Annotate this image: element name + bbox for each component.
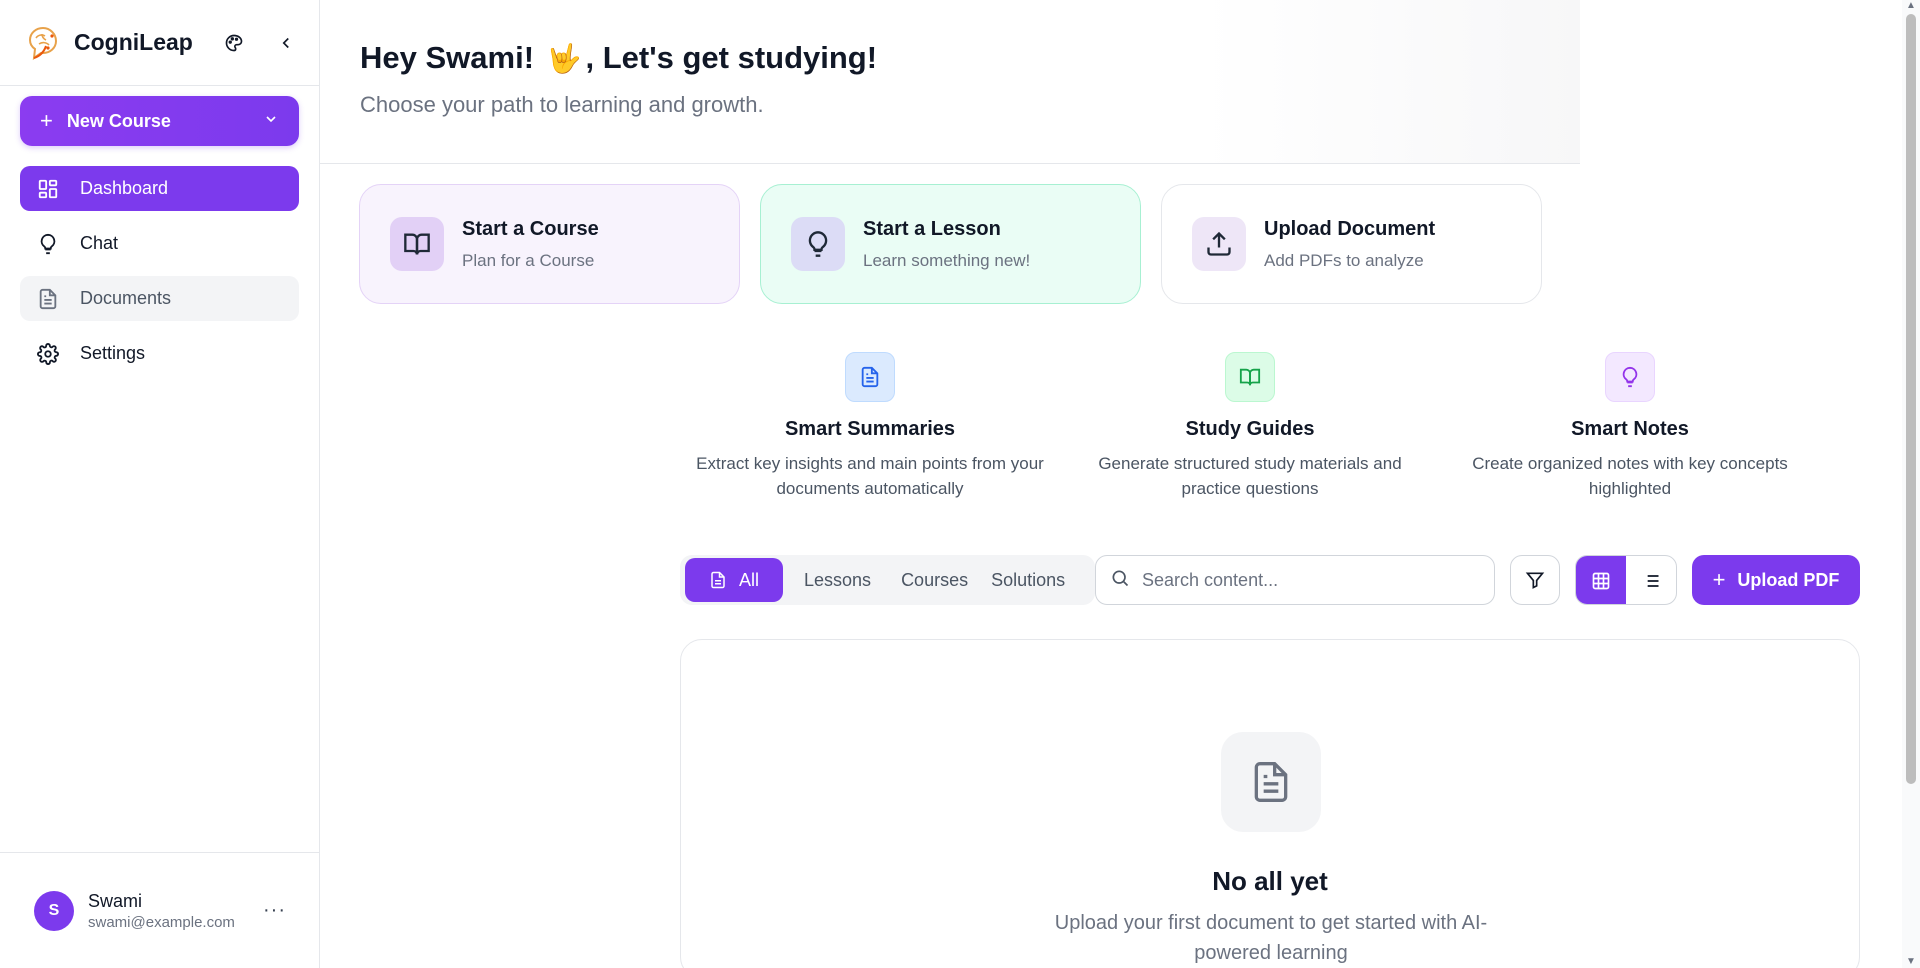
feature-title: Smart Notes [1571,418,1689,440]
collapse-sidebar-icon[interactable] [273,30,299,56]
feature-study-guides: Study Guides Generate structured study m… [1070,352,1430,501]
filter-icon [1525,572,1545,589]
empty-state-title: No all yet [1212,866,1328,896]
sidebar-item-label: Chat [80,233,119,253]
search-box [1095,555,1495,605]
scrollbar-thumb[interactable] [1906,14,1916,784]
content-tabs: All Lessons Courses Solutions [680,555,1095,605]
chevron-down-icon [263,111,279,132]
lightbulb-icon [791,217,845,271]
brand-header: CogniLeap [0,0,319,86]
empty-state: No all yet Upload your first document to… [680,639,1860,968]
feature-desc: Generate structured study materials and … [1098,454,1402,498]
action-cards: Start a Course Plan for a Course Start a… [359,184,1542,304]
book-open-icon [1225,352,1275,402]
card-subtitle: Learn something new! [863,250,1031,270]
card-title: Start a Lesson [863,217,1001,240]
lightbulb-icon [36,232,60,256]
empty-state-description: Upload your first document to get starte… [1054,912,1488,964]
sidebar: CogniLeap + New Course Dashboard Chat Do… [0,0,320,968]
tab-solutions[interactable]: Solutions [983,558,1073,602]
sidebar-item-label: Settings [80,343,146,363]
plus-icon: + [40,108,53,133]
search-icon [1110,568,1130,593]
sidebar-item-chat[interactable]: Chat [20,221,299,266]
start-course-card[interactable]: Start a Course Plan for a Course [359,184,740,304]
search-input[interactable] [1142,569,1462,591]
sidebar-item-settings[interactable]: Settings [20,331,299,376]
palette-icon[interactable] [221,30,247,56]
tab-all[interactable]: All [685,558,784,602]
feature-title: Smart Summaries [784,418,956,440]
user-name: Swami [88,890,143,911]
document-icon [709,571,727,589]
dashboard-icon [36,177,60,201]
tab-courses[interactable]: Courses [886,558,983,602]
book-open-icon [390,217,444,271]
scroll-up-arrow-icon[interactable]: ▲ [1906,1,1916,11]
upload-document-card[interactable]: Upload Document Add PDFs to analyze [1161,184,1542,304]
tab-lessons[interactable]: Lessons [789,558,886,602]
card-subtitle: Add PDFs to analyze [1264,250,1424,270]
lightbulb-icon [1605,352,1655,402]
new-course-label: New Course [66,110,171,131]
card-subtitle: Plan for a Course [462,250,595,270]
new-course-button[interactable]: + New Course [20,96,299,146]
filter-button[interactable] [1510,555,1560,605]
more-options-icon[interactable]: ··· [263,899,286,922]
sidebar-item-dashboard[interactable]: Dashboard [20,166,299,211]
hand-emoji-icon: 🤟 [546,43,582,74]
page-title: Hey Swami! 🤟, Let's get studying! [360,40,877,76]
brain-logo-icon [20,20,66,66]
sidebar-item-label: Dashboard [80,178,169,198]
gear-icon [36,342,60,366]
document-icon [36,287,60,311]
tab-label: All [739,569,760,590]
page-subtitle: Choose your path to learning and growth. [360,92,764,117]
sidebar-item-documents[interactable]: Documents [20,276,299,321]
feature-smart-summaries: Smart Summaries Extract key insights and… [690,352,1050,501]
grid-icon [1592,572,1610,590]
upload-pdf-label: Upload PDF [1737,569,1840,590]
upload-icon [1192,217,1246,271]
feature-desc: Create organized notes with key concepts… [1472,454,1788,498]
list-view-button[interactable] [1626,556,1676,604]
scroll-down-arrow-icon[interactable]: ▼ [1906,957,1916,967]
greeting-end: , Let's get studying! [585,40,878,75]
grid-view-button[interactable] [1576,556,1626,604]
card-title: Upload Document [1264,217,1436,240]
upload-pdf-button[interactable]: + Upload PDF [1692,555,1860,605]
sidebar-item-label: Documents [80,288,172,308]
document-icon [845,352,895,402]
hero-header [320,0,1580,164]
feature-smart-notes: Smart Notes Create organized notes with … [1450,352,1810,501]
list-icon [1643,575,1659,587]
document-icon [1221,732,1321,832]
feature-desc: Extract key insights and main points fro… [696,454,1044,498]
user-email: swami@example.com [88,913,235,931]
scrollbar[interactable]: ▲ ▼ [1902,0,1920,968]
greeting-start: Hey Swami! [360,40,535,75]
start-lesson-card[interactable]: Start a Lesson Learn something new! [760,184,1141,304]
sidebar-nav: Dashboard Chat Documents Settings [20,166,299,376]
feature-title: Study Guides [1185,418,1315,440]
user-profile: S Swami swami@example.com ··· [0,852,320,968]
avatar[interactable]: S [34,890,74,931]
plus-icon: + [1712,567,1726,592]
content-toolbar: All Lessons Courses Solutions + Upload P… [680,555,1860,605]
view-toggle [1575,555,1677,605]
card-title: Start a Course [462,217,599,240]
brand-name: CogniLeap [74,29,193,55]
